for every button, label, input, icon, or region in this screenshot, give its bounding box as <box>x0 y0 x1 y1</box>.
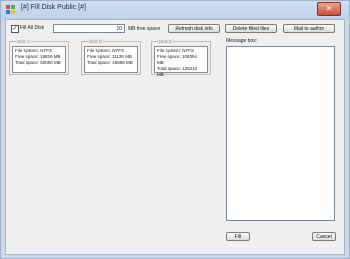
fill-all-disk-checkbox[interactable]: ✓ <box>11 25 19 33</box>
app-window: [#] Fill Disk Public [#] ✕ ✓ Fill All Di… <box>0 0 350 259</box>
window-title: [#] Fill Disk Public [#] <box>21 4 86 11</box>
disk-d-group: Disk D File system: NTFS Free space: 111… <box>81 39 141 75</box>
delete-filled-files-button[interactable]: Delete filled files <box>225 24 277 33</box>
mail-to-author-button[interactable]: Mail to author <box>283 24 335 33</box>
disk-c-total: Total space: 50000 MB <box>15 60 61 65</box>
close-icon: ✕ <box>325 4 333 13</box>
disk-e-free: Free space: 106394 MB <box>157 54 198 65</box>
disk-c-group: Disk C File system: NTFS Free space: 198… <box>9 39 69 75</box>
disk-e-total: Total space: 125242 MB <box>157 66 198 77</box>
fill-all-disk-label: Fill All Disk <box>20 25 45 31</box>
disk-d-title: Disk D <box>88 39 104 44</box>
free-space-input[interactable]: 10 <box>53 24 125 33</box>
app-icon <box>6 5 15 14</box>
free-space-unit-label: MB free space <box>128 26 161 32</box>
disk-e-info: File system: NTFS Free space: 106394 MB … <box>154 46 208 77</box>
disk-c-title: Disk C <box>16 39 32 44</box>
message-box-label: Message box: <box>226 38 258 44</box>
disk-c-info: File system: NTFS Free space: 19829 MB T… <box>12 46 66 73</box>
title-bar[interactable]: [#] Fill Disk Public [#] ✕ <box>1 1 349 19</box>
message-box[interactable] <box>226 46 335 221</box>
disk-e-title: Disk E <box>158 39 174 44</box>
disk-d-info: File system: NTFS Free space: 11135 MB T… <box>84 46 138 73</box>
disk-e-group: Disk E File system: NTFS Free space: 106… <box>151 39 211 77</box>
refresh-disk-info-button[interactable]: Refresh disk info <box>168 24 220 33</box>
disk-d-total: Total space: 19898 MB <box>87 60 133 65</box>
close-button[interactable]: ✕ <box>317 2 341 16</box>
check-icon: ✓ <box>12 26 18 32</box>
fill-button[interactable]: Fill <box>226 232 250 241</box>
cancel-button[interactable]: Cancel <box>312 232 336 241</box>
